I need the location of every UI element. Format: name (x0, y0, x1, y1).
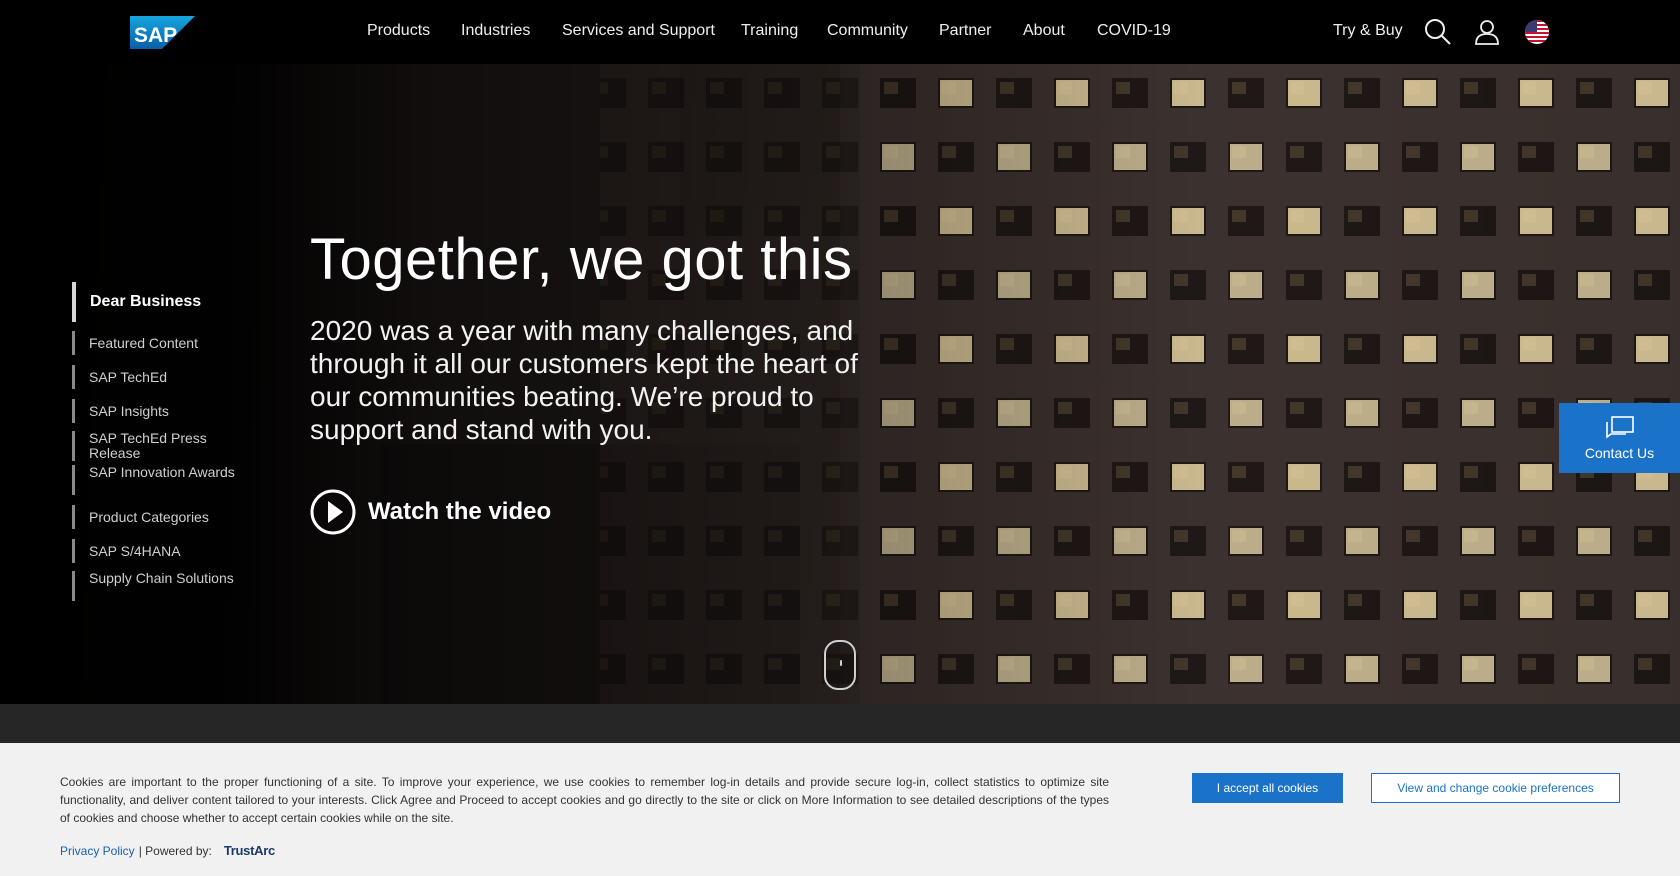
user-icon[interactable] (1472, 17, 1502, 47)
us-flag-icon[interactable] (1522, 17, 1552, 47)
powered-by-text: | Powered by: (138, 843, 212, 858)
watch-video-label: Watch the video (368, 498, 552, 525)
side-nav-s4hana[interactable]: SAP S/4HANA (72, 539, 242, 563)
scroll-down-icon[interactable] (824, 640, 856, 690)
side-nav-product-categories[interactable]: Product Categories (72, 505, 242, 529)
contact-us-label: Contact Us (1584, 445, 1655, 461)
search-icon[interactable] (1423, 17, 1453, 47)
sap-logo[interactable]: SAP (130, 16, 195, 49)
side-nav: Dear Business Featured Content SAP TechE… (72, 282, 242, 601)
side-nav-innovation-awards[interactable]: SAP Innovation Awards (72, 465, 242, 495)
chat-icon (1606, 416, 1634, 439)
cookie-banner: Cookies are important to the proper func… (0, 743, 1680, 876)
hero-banner: Dear Business Featured Content SAP TechE… (0, 64, 1680, 704)
content-band (0, 704, 1680, 744)
nav-community[interactable]: Community (827, 22, 908, 40)
contact-us-button[interactable]: Contact Us (1559, 403, 1680, 473)
watch-video-link[interactable]: Watch the video (310, 489, 551, 535)
nav-partner[interactable]: Partner (939, 22, 991, 40)
hero-headline: Together, we got this (310, 227, 853, 292)
play-icon (310, 489, 356, 535)
trustarc-logo[interactable]: TrustArc (224, 843, 275, 858)
side-nav-featured-content[interactable]: Featured Content (72, 331, 242, 355)
privacy-policy-link[interactable]: Privacy Policy (60, 844, 135, 858)
side-nav-supply-chain[interactable]: Supply Chain Solutions (72, 571, 242, 601)
nav-services-support[interactable]: Services and Support (562, 22, 715, 40)
svg-text:SAP: SAP (134, 24, 177, 47)
side-nav-dear-business[interactable]: Dear Business (72, 282, 242, 322)
accept-cookies-button[interactable]: I accept all cookies (1192, 773, 1343, 803)
nav-about[interactable]: About (1023, 22, 1065, 40)
nav-covid[interactable]: COVID-19 (1097, 22, 1171, 40)
side-nav-sap-teched[interactable]: SAP TechEd (72, 365, 242, 389)
cookie-footer: Privacy Policy | Powered by: TrustArc (60, 843, 275, 858)
top-header: SAP Products Industries Services and Sup… (0, 0, 1680, 64)
nav-training[interactable]: Training (741, 22, 798, 40)
nav-products[interactable]: Products (367, 22, 430, 40)
cookie-text: Cookies are important to the proper func… (60, 775, 1109, 825)
try-buy-link[interactable]: Try & Buy (1333, 22, 1403, 40)
nav-industries[interactable]: Industries (461, 22, 530, 40)
hero-subtext: 2020 was a year with many challenges, an… (310, 315, 858, 445)
cookie-preferences-button[interactable]: View and change cookie preferences (1371, 773, 1620, 803)
side-nav-teched-press-release[interactable]: SAP TechEd Press Release (72, 431, 242, 461)
side-nav-sap-insights[interactable]: SAP Insights (72, 399, 242, 423)
